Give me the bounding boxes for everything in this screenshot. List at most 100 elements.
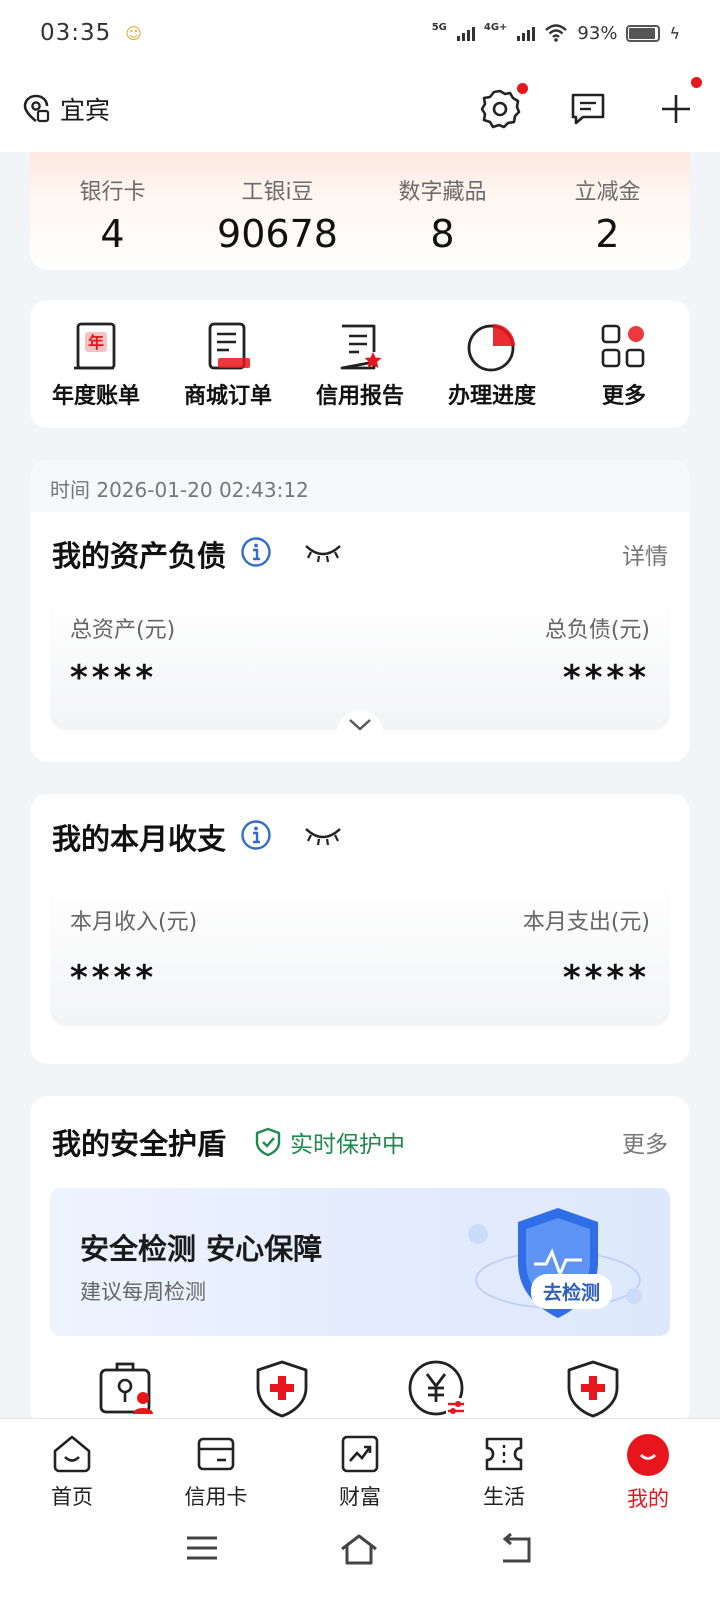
monthly-summary-panel: 本月收入(元) 本月支出(元) **** **** xyxy=(50,880,670,1026)
quick-more[interactable]: 更多 xyxy=(558,320,690,428)
quick-mall-orders[interactable]: 商城订单 xyxy=(162,320,294,428)
details-link[interactable]: 详情 xyxy=(622,537,668,571)
account-stats-card: 银行卡 4 工银i豆 90678 数字藏品 8 立减金 2 xyxy=(30,152,690,270)
stat-bank-cards[interactable]: 银行卡 4 xyxy=(30,152,195,270)
mall-order-icon xyxy=(200,320,256,374)
quick-label: 商城订单 xyxy=(183,384,272,409)
protection-status-label: 实时保护中 xyxy=(290,1132,406,1158)
stat-label: 银行卡 xyxy=(79,180,146,205)
quick-annual-bill[interactable]: 年 年度账单 xyxy=(30,320,162,428)
update-timestamp: 时间 2026-01-20 02:43:12 xyxy=(30,460,690,512)
messages-button[interactable] xyxy=(566,87,610,131)
tab-label: 信用卡 xyxy=(184,1485,248,1509)
quick-actions-card: 年 年度账单 商城订单 信用报告 办理进度 更多 xyxy=(30,300,690,428)
quick-credit-report[interactable]: 信用报告 xyxy=(294,320,426,428)
monthly-income-expense-card: 我的本月收支 本月收入(元) 本月支出(元) **** **** xyxy=(30,794,690,1064)
notification-icon: ☺ xyxy=(125,23,142,43)
add-button[interactable] xyxy=(654,77,702,131)
location-label: 宜宾 xyxy=(60,96,111,125)
tab-mine[interactable]: 我的 xyxy=(576,1419,720,1519)
monthly-income-value: **** xyxy=(70,958,158,998)
protection-status: 实时保护中 xyxy=(254,1125,405,1159)
protection-shield-icon[interactable] xyxy=(563,1358,623,1422)
system-nav-bar xyxy=(0,1519,720,1571)
signal-icon xyxy=(456,25,475,41)
expand-button[interactable] xyxy=(337,710,383,740)
quick-label: 信用报告 xyxy=(315,384,404,409)
monthly-income-label: 本月收入(元) xyxy=(70,910,198,935)
credit-card-icon xyxy=(197,1437,235,1471)
more-link[interactable]: 更多 xyxy=(622,1125,668,1159)
add-badge xyxy=(691,77,702,88)
tab-life[interactable]: 生活 xyxy=(432,1419,576,1519)
battery-icon xyxy=(626,24,661,42)
monthly-expense-label: 本月支出(元) xyxy=(522,910,650,935)
quick-label: 年度账单 xyxy=(51,384,140,409)
location-icon xyxy=(23,94,50,123)
tab-label: 财富 xyxy=(339,1485,381,1509)
quick-progress[interactable]: 办理进度 xyxy=(426,320,558,428)
eye-closed-icon[interactable] xyxy=(302,823,344,851)
chevron-down-icon xyxy=(349,719,371,731)
stat-instant-discount[interactable]: 立减金 2 xyxy=(525,152,690,270)
stat-value: 8 xyxy=(430,212,455,256)
section-title: 我的资产负债 xyxy=(52,539,227,573)
stat-digital-collectibles[interactable]: 数字藏品 8 xyxy=(360,152,525,270)
mine-icon xyxy=(627,1434,669,1476)
security-shield-card: 我的安全护盾 实时保护中 更多 安全检测 安心保障 建议每周检测 去检测 xyxy=(30,1096,690,1426)
banner-subtitle: 建议每周检测 xyxy=(80,1280,206,1304)
account-security-icon[interactable] xyxy=(97,1358,157,1422)
settings-badge xyxy=(517,83,528,94)
tab-credit-card[interactable]: 信用卡 xyxy=(144,1419,288,1519)
back-icon xyxy=(502,1532,531,1563)
settings-button[interactable] xyxy=(478,83,528,131)
tab-wealth[interactable]: 财富 xyxy=(288,1419,432,1519)
security-shield-graphic xyxy=(468,1208,642,1318)
plus-icon xyxy=(662,95,690,123)
info-icon[interactable] xyxy=(240,536,272,572)
total-liabilities-label: 总负债(元) xyxy=(544,618,650,643)
banner-title: 安全检测 安心保障 xyxy=(80,1232,323,1266)
charging-icon: ϟ xyxy=(669,23,680,43)
wifi-icon xyxy=(545,24,568,42)
tab-label: 首页 xyxy=(51,1485,93,1509)
life-ticket-icon xyxy=(485,1437,523,1471)
assets-summary-panel: 总资产(元) 总负债(元) **** **** xyxy=(50,596,670,740)
home-nav-button[interactable] xyxy=(339,1533,379,1571)
fund-security-icon[interactable] xyxy=(406,1358,468,1422)
menu-icon xyxy=(187,1536,217,1560)
battery-percent: 93% xyxy=(577,22,618,44)
back-nav-button[interactable] xyxy=(499,1532,535,1571)
tab-home[interactable]: 首页 xyxy=(0,1419,144,1519)
location-selector[interactable]: 宜宾 xyxy=(22,91,110,127)
credit-report-icon xyxy=(332,320,388,374)
bottom-tab-bar: 首页 信用卡 财富 生活 我的 xyxy=(0,1418,720,1600)
tab-label: 我的 xyxy=(627,1487,669,1511)
detect-button[interactable]: 去检测 xyxy=(530,1274,612,1309)
eye-closed-icon[interactable] xyxy=(302,540,344,568)
stat-label: 工银i豆 xyxy=(241,180,314,205)
tab-label: 生活 xyxy=(483,1485,525,1509)
top-header: 宜宾 xyxy=(0,66,720,152)
menu-nav-button[interactable] xyxy=(185,1533,219,1571)
status-bar: 03:35 ☺ 5G 4G+ 93% ϟ xyxy=(0,0,720,66)
network-5g-label: 5G xyxy=(431,21,447,33)
quick-label: 更多 xyxy=(601,384,646,409)
info-icon[interactable] xyxy=(240,819,272,855)
stat-value: 2 xyxy=(595,212,620,256)
stat-beans[interactable]: 工银i豆 90678 xyxy=(195,152,360,270)
stat-label: 立减金 xyxy=(574,180,641,205)
shield-check-icon xyxy=(255,1127,281,1157)
security-check-banner[interactable]: 安全检测 安心保障 建议每周检测 去检测 xyxy=(50,1188,670,1336)
assets-liabilities-card: 时间 2026-01-20 02:43:12 我的资产负债 详情 总资产(元) … xyxy=(30,460,690,762)
stat-label: 数字藏品 xyxy=(398,180,487,205)
progress-icon xyxy=(464,320,520,374)
monthly-expense-value: **** xyxy=(562,958,650,998)
annual-bill-icon: 年 xyxy=(68,320,124,374)
stat-value: 90678 xyxy=(217,212,338,256)
section-title: 我的本月收支 xyxy=(52,822,227,856)
network-4g-label: 4G+ xyxy=(483,21,508,33)
insurance-shield-icon[interactable] xyxy=(252,1358,312,1422)
home-icon xyxy=(53,1435,91,1473)
total-liabilities-value: **** xyxy=(562,658,650,698)
